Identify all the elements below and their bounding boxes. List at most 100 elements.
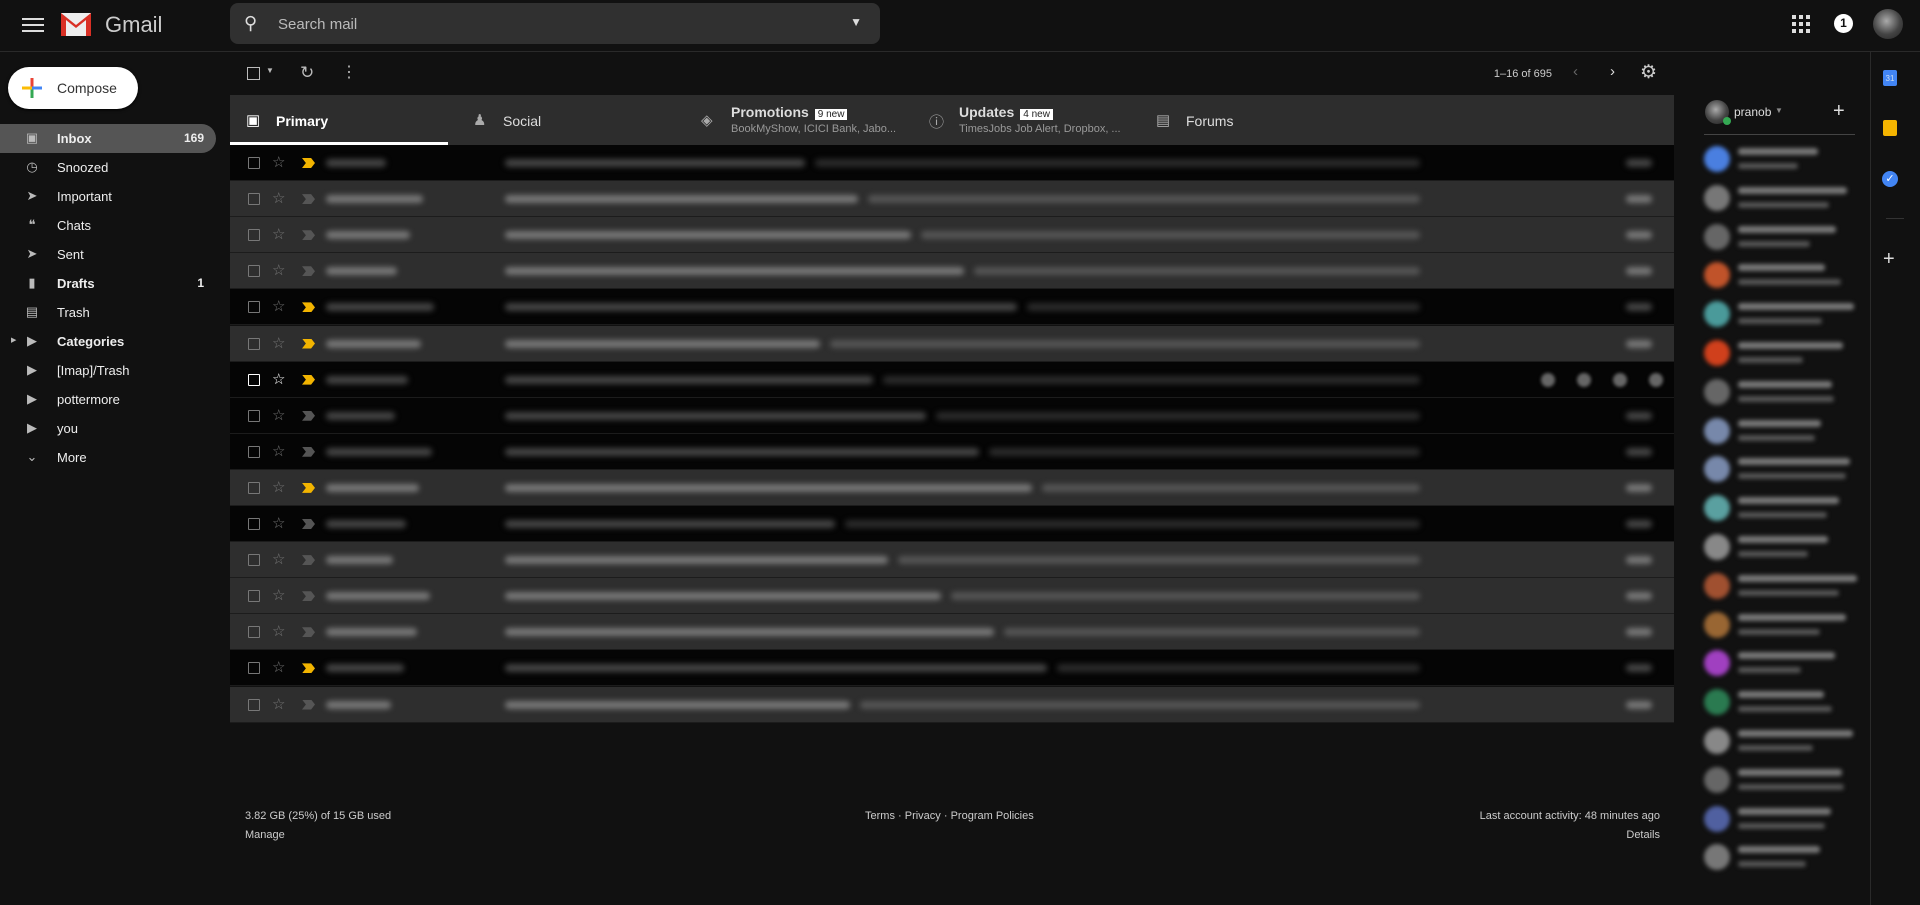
sidebar-item-imap-trash[interactable]: ▶ [Imap]/Trash [0, 356, 216, 385]
sidebar-item-important[interactable]: ➤ Important [0, 182, 216, 211]
email-row[interactable]: ☆ [230, 289, 1674, 326]
chat-contact[interactable] [1700, 528, 1855, 566]
calendar-icon[interactable]: 31 [1883, 70, 1897, 86]
mark-read-icon[interactable] [1613, 372, 1627, 387]
older-page-icon[interactable]: › [1610, 63, 1615, 80]
star-icon[interactable]: ☆ [272, 622, 285, 640]
row-checkbox[interactable] [248, 265, 260, 278]
chat-contact[interactable] [1700, 683, 1855, 721]
chat-contact[interactable] [1700, 450, 1855, 488]
email-row[interactable]: ☆ [230, 433, 1674, 470]
email-row[interactable]: ☆ [230, 469, 1674, 506]
chat-contact[interactable] [1700, 179, 1855, 217]
email-row[interactable]: ☆ [230, 686, 1674, 723]
sidebar-item-categories[interactable]: ▶ ▶ Categories [0, 327, 216, 356]
row-checkbox[interactable] [248, 626, 260, 639]
row-checkbox[interactable] [248, 481, 260, 494]
star-icon[interactable]: ☆ [272, 225, 285, 243]
tab-social[interactable]: ♟ Social [457, 95, 684, 145]
star-icon[interactable]: ☆ [272, 658, 285, 676]
sidebar-item-you[interactable]: ▶ you [0, 414, 216, 443]
important-marker-icon[interactable] [302, 266, 315, 277]
row-checkbox[interactable] [248, 373, 260, 386]
important-marker-icon[interactable] [302, 374, 315, 385]
row-checkbox[interactable] [248, 445, 260, 458]
sidebar-item-chats[interactable]: ❝ Chats [0, 211, 216, 240]
main-menu-icon[interactable] [22, 14, 44, 36]
new-chat-plus-icon[interactable]: + [1833, 100, 1845, 123]
row-checkbox[interactable] [248, 554, 260, 567]
search-input[interactable]: ⚲ Search mail ▼ [230, 3, 880, 44]
terms-link[interactable]: Terms [865, 810, 895, 822]
sidebar-item-snoozed[interactable]: ◷ Snoozed [0, 153, 216, 182]
star-icon[interactable]: ☆ [272, 153, 285, 171]
row-checkbox[interactable] [248, 301, 260, 314]
star-icon[interactable]: ☆ [272, 334, 285, 352]
chat-username[interactable]: pranob [1734, 105, 1771, 119]
snooze-icon[interactable] [1649, 372, 1663, 387]
more-options-icon[interactable]: ⋮ [341, 62, 357, 82]
expand-arrow-icon[interactable]: ▶ [11, 336, 16, 344]
star-icon[interactable]: ☆ [272, 406, 285, 424]
chat-contact[interactable] [1700, 722, 1855, 760]
star-icon[interactable]: ☆ [272, 261, 285, 279]
star-icon[interactable]: ☆ [272, 189, 285, 207]
important-marker-icon[interactable] [302, 446, 315, 457]
important-marker-icon[interactable] [302, 555, 315, 566]
chat-contact[interactable] [1700, 373, 1855, 411]
delete-icon[interactable] [1577, 372, 1591, 387]
row-checkbox[interactable] [248, 337, 260, 350]
chat-contact[interactable] [1700, 567, 1857, 605]
tasks-icon[interactable]: ✓ [1882, 171, 1898, 187]
row-checkbox[interactable] [248, 698, 260, 711]
sidebar-item-drafts[interactable]: ▮ Drafts 1 [0, 269, 216, 298]
chat-contact[interactable] [1700, 644, 1855, 682]
chat-contact[interactable] [1700, 412, 1855, 450]
row-checkbox[interactable] [248, 409, 260, 422]
activity-details-link[interactable]: Details [1626, 829, 1660, 841]
chat-contact[interactable] [1700, 489, 1855, 527]
chat-status-dropdown-icon[interactable]: ▼ [1775, 106, 1783, 115]
keep-icon[interactable] [1883, 120, 1897, 136]
search-options-icon[interactable]: ▼ [850, 15, 862, 29]
important-marker-icon[interactable] [302, 591, 315, 602]
manage-storage-link[interactable]: Manage [245, 829, 285, 841]
star-icon[interactable]: ☆ [272, 478, 285, 496]
row-checkbox[interactable] [248, 229, 260, 242]
compose-button[interactable]: Compose [8, 67, 138, 109]
chat-contact[interactable] [1700, 334, 1855, 372]
chat-contact[interactable] [1700, 606, 1855, 644]
email-row[interactable]: ☆ [230, 325, 1674, 362]
account-avatar[interactable] [1873, 9, 1903, 39]
notifications-badge[interactable]: 1 [1834, 14, 1853, 33]
select-dropdown-icon[interactable]: ▼ [266, 66, 274, 75]
row-checkbox[interactable] [248, 590, 260, 603]
privacy-link[interactable]: Privacy [905, 810, 941, 822]
program-policies-link[interactable]: Program Policies [951, 810, 1034, 822]
chat-contact[interactable] [1700, 800, 1855, 838]
star-icon[interactable]: ☆ [272, 370, 285, 388]
chat-contact[interactable] [1700, 256, 1855, 294]
apps-grid-icon[interactable] [1792, 15, 1810, 33]
star-icon[interactable]: ☆ [272, 514, 285, 532]
sidebar-item-pottermore[interactable]: ▶ pottermore [0, 385, 216, 414]
chat-contact[interactable] [1700, 218, 1855, 256]
email-row[interactable]: ☆ [230, 217, 1674, 254]
important-marker-icon[interactable] [302, 194, 315, 205]
email-row[interactable]: ☆ [230, 145, 1674, 181]
archive-icon[interactable] [1541, 372, 1555, 387]
row-checkbox[interactable] [248, 518, 260, 530]
chat-contact[interactable] [1700, 838, 1855, 876]
email-row[interactable]: ☆ [230, 397, 1674, 434]
add-addon-plus-icon[interactable]: + [1883, 248, 1895, 271]
chat-contact[interactable] [1700, 761, 1855, 799]
select-all-checkbox[interactable] [247, 67, 260, 80]
email-row[interactable]: ☆ [230, 506, 1674, 542]
tab-forums[interactable]: ▤ Forums [1140, 95, 1400, 145]
chat-contact[interactable] [1700, 295, 1855, 333]
search-icon[interactable]: ⚲ [244, 13, 257, 34]
email-row[interactable]: ☆ [230, 253, 1674, 290]
star-icon[interactable]: ☆ [272, 586, 285, 604]
important-marker-icon[interactable] [302, 338, 315, 349]
important-marker-icon[interactable] [302, 699, 315, 710]
